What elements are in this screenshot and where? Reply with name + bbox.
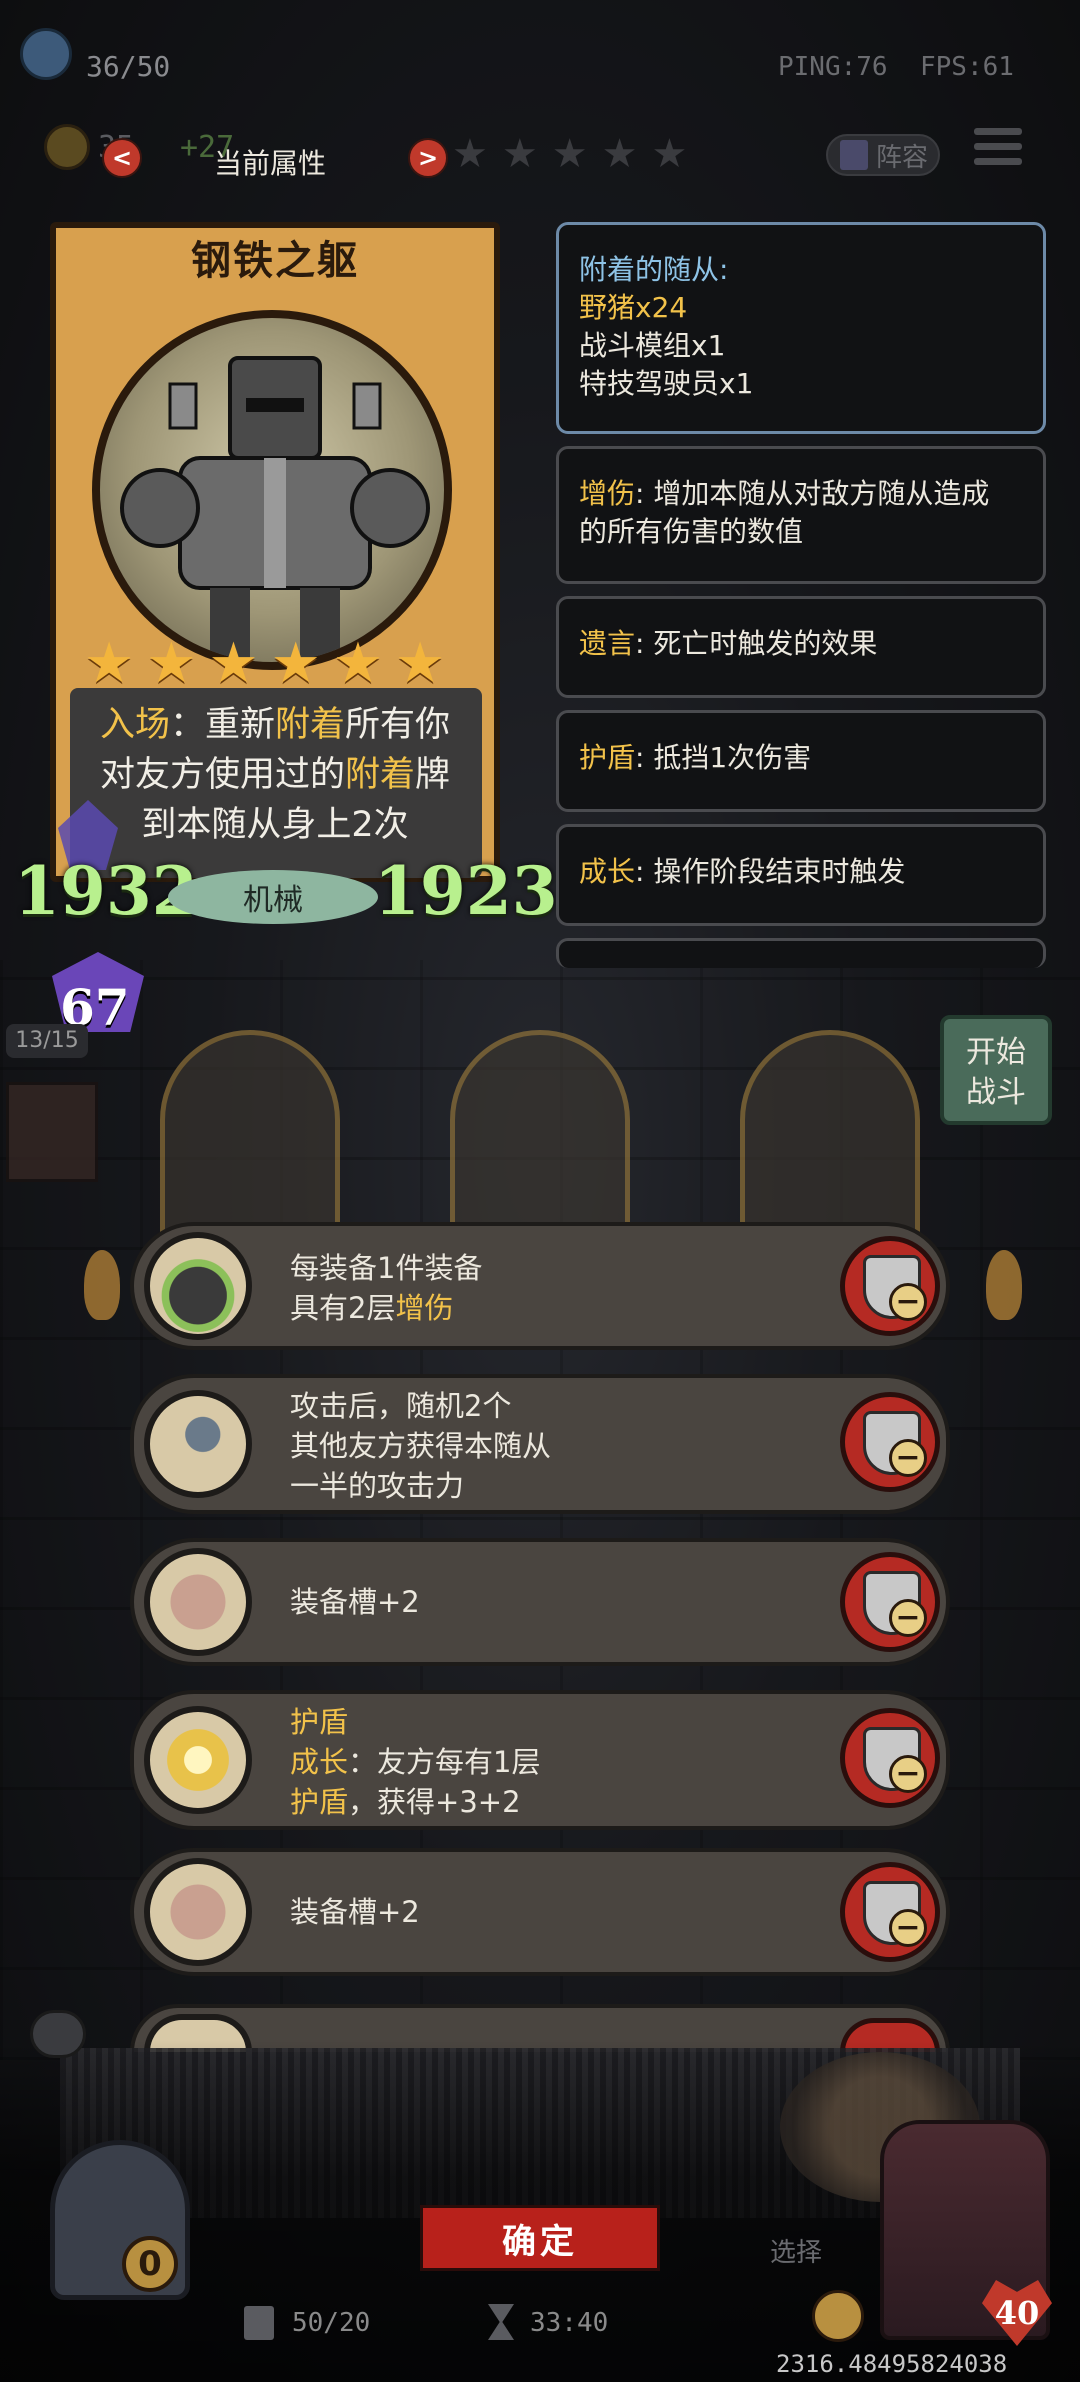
boar-icon	[144, 1548, 252, 1656]
card-description-line2: 对友方使用过的附着牌	[99, 755, 451, 795]
deck-icon	[244, 2306, 274, 2340]
lineup-label: 阵容	[876, 142, 929, 173]
card-description-line1: 入场：重新附着所有你	[99, 705, 451, 745]
light-burst-icon	[144, 1706, 252, 1814]
option-description: 攻击后，随机2个 其他友方获得本随从 一半的攻击力	[290, 1389, 552, 1503]
keyword-panel-partial	[556, 938, 1046, 968]
card-description-line3: 到本随从身上2次	[141, 805, 409, 845]
option-description: 每装备1件装备 具有2层增伤	[290, 1251, 483, 1325]
gold-count: 36/50	[86, 50, 171, 83]
keyword-label: 护盾	[579, 741, 636, 774]
chat-icon[interactable]	[30, 2010, 86, 2058]
keyword-label: 成长	[579, 855, 636, 888]
remove-option-button[interactable]: −	[840, 1552, 940, 1652]
star-icon: ★	[501, 131, 538, 177]
remove-option-button[interactable]: −	[840, 1708, 940, 1808]
axe-icon	[144, 1390, 252, 1498]
prev-attribute-button[interactable]: <	[102, 138, 142, 178]
equipment-option-row[interactable]	[130, 1848, 950, 1976]
minus-icon: −	[889, 1755, 927, 1793]
coin-icon	[44, 124, 90, 170]
remove-option-button[interactable]: −	[840, 1862, 940, 1962]
keyword-panel-deathrattle: 遗言: 死亡时触发的效果	[556, 596, 1046, 698]
ping-label: PING:76	[778, 52, 888, 82]
attribute-tab-label: 当前属性	[214, 147, 327, 180]
start-battle-label: 开始	[966, 1035, 1026, 1070]
keyword-panel-growth: 成长: 操作阶段结束时触发	[556, 824, 1046, 926]
lineup-button[interactable]: 阵容	[826, 134, 940, 176]
equipment-option-row[interactable]	[130, 1222, 950, 1350]
board-minion-card[interactable]	[740, 1030, 920, 1250]
attached-item: 特技驾驶员x1	[579, 367, 754, 400]
attached-item: 战斗模组x1	[579, 329, 726, 362]
torch-right-icon	[986, 1250, 1022, 1320]
attached-title: 附着的随从:	[579, 253, 729, 286]
boar-icon	[144, 1858, 252, 1966]
menu-icon[interactable]	[974, 128, 1022, 172]
player-avatar-icon[interactable]	[20, 28, 72, 80]
torch-left-icon	[84, 1250, 120, 1320]
minus-icon: −	[889, 1283, 927, 1321]
start-battle-button[interactable]: 开始 战斗	[940, 1015, 1052, 1125]
minion-portrait	[92, 310, 452, 670]
keyword-label: 遗言	[579, 627, 636, 660]
card-star-row: ★ ★ ★ ★ ★ ★	[84, 636, 445, 692]
option-description: 装备槽+2	[290, 1585, 420, 1619]
minus-icon: −	[889, 1439, 927, 1477]
deck-count: 50/20	[292, 2308, 371, 2338]
star-icon: ★	[601, 131, 638, 177]
star-icon: ★	[395, 631, 446, 696]
star-icon: ★	[651, 131, 688, 177]
star-icon: ★	[208, 631, 259, 696]
confirm-button[interactable]: 确定	[420, 2205, 660, 2271]
attached-minions-panel: 附着的随从: 野猪x24 战斗模组x1 特技驾驶员x1	[556, 222, 1046, 434]
select-label: 选择	[770, 2238, 823, 2268]
minion-name: 钢铁之躯	[191, 238, 359, 284]
book-icon	[840, 140, 868, 170]
keyword-description: 的所有伤害的数值	[579, 515, 804, 548]
remove-option-button[interactable]: −	[840, 1236, 940, 1336]
round-timer: 33:40	[530, 2308, 609, 2338]
chevron-left-icon: <	[111, 144, 133, 172]
tribe-badge: 机械	[168, 870, 378, 924]
coordinate-readout: 2316.48495824038	[776, 2350, 1008, 2378]
hand-count-badge: 0	[122, 2236, 178, 2292]
health-value: 1923	[374, 852, 558, 930]
star-icon: ★	[270, 631, 321, 696]
chevron-right-icon: >	[417, 144, 439, 172]
option-description: 护盾 成长：友方每有1层 护盾，获得+3+2	[290, 1705, 541, 1819]
star-icon: ★	[551, 131, 588, 177]
cauldron-icon	[144, 1232, 252, 1340]
fps-label: FPS:61	[920, 52, 1014, 82]
remove-option-button[interactable]: −	[840, 1392, 940, 1492]
option-description: 装备槽+2	[290, 1895, 420, 1929]
star-icon: ★	[146, 631, 197, 696]
spell-icon[interactable]	[812, 2290, 864, 2342]
board-minion-card[interactable]	[160, 1030, 340, 1250]
attached-item: 野猪x24	[579, 291, 688, 324]
keyword-panel-shield: 护盾: 抵挡1次伤害	[556, 710, 1046, 812]
minion-count-badge: 13/15	[6, 1024, 88, 1058]
minus-icon: −	[889, 1909, 927, 1947]
minus-icon: −	[889, 1599, 927, 1637]
board-minion-card[interactable]	[450, 1030, 630, 1250]
star-icon: ★	[84, 631, 135, 696]
robot-icon	[120, 356, 430, 658]
keyword-panel-bonus-damage: 增伤: 增加本随从对敌方随从造成 的所有伤害的数值	[556, 446, 1046, 584]
start-battle-label: 战斗	[966, 1075, 1026, 1110]
star-icon: ★	[332, 631, 384, 696]
equipment-option-row[interactable]	[130, 1538, 950, 1666]
next-attribute-button[interactable]: >	[408, 138, 448, 178]
keyword-label: 增伤	[579, 477, 636, 510]
hand-minion-thumbnail[interactable]	[6, 1082, 98, 1182]
star-icon: ★	[452, 131, 488, 177]
tavern-tier-stars: ★ ★ ★ ★ ★	[452, 134, 687, 174]
